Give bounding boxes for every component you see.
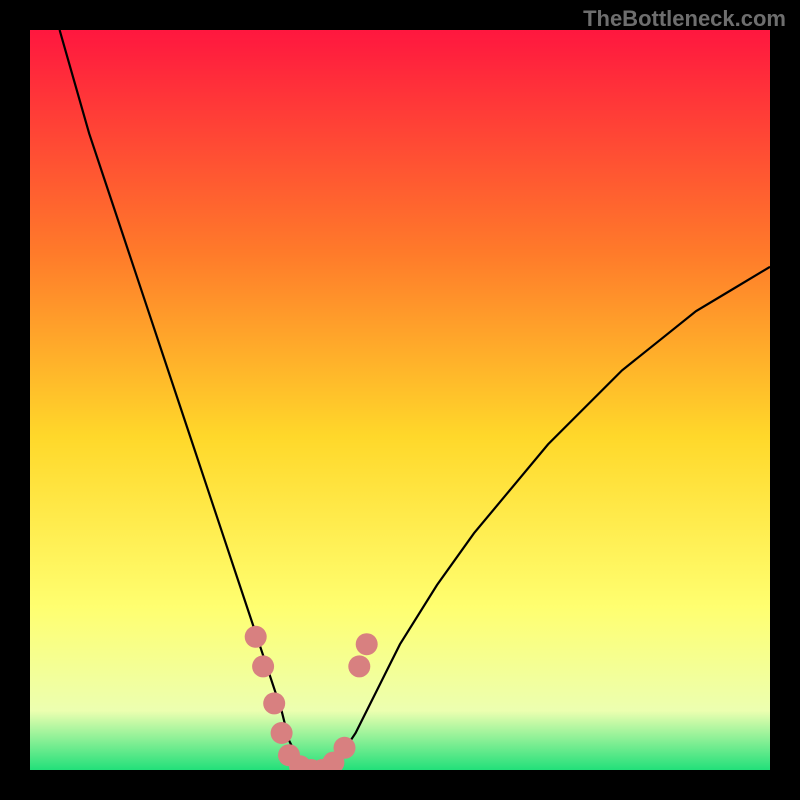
chart-svg xyxy=(30,30,770,770)
curve-marker xyxy=(252,655,274,677)
chart-frame: TheBottleneck.com xyxy=(0,0,800,800)
curve-marker xyxy=(245,626,267,648)
curve-marker xyxy=(334,737,356,759)
curve-marker xyxy=(356,633,378,655)
curve-marker xyxy=(271,722,293,744)
gradient-background xyxy=(30,30,770,770)
watermark-text: TheBottleneck.com xyxy=(583,6,786,32)
plot-area xyxy=(30,30,770,770)
curve-marker xyxy=(263,692,285,714)
curve-marker xyxy=(348,655,370,677)
